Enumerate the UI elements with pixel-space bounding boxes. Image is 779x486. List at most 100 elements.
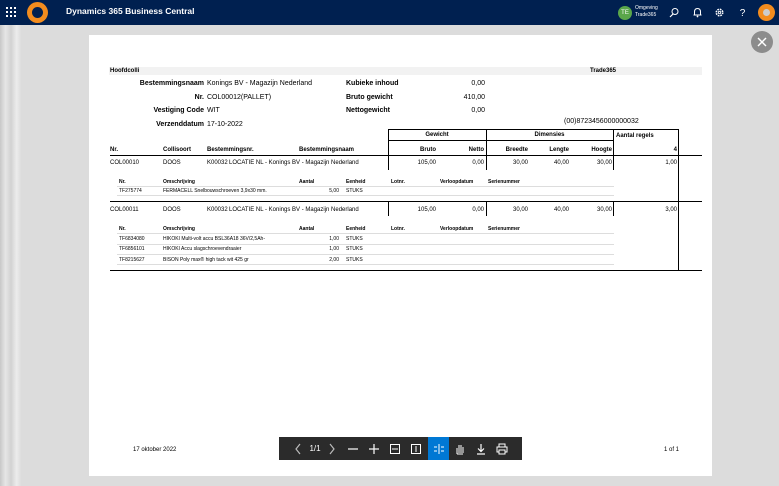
environment-info[interactable]: Omgeving Trade365 [635, 5, 658, 19]
line-aantal: 2,00 [329, 257, 339, 263]
colli-breedte: 30,00 [512, 207, 528, 213]
divider [486, 155, 487, 170]
fit-width-button[interactable] [385, 437, 405, 460]
colli-bestemmingsnr: K00032 [207, 160, 228, 166]
col-netto: Netto [468, 147, 484, 153]
line-omschrijving: FERMACELL Snelbouwschroeven 3,9x30 mm. [163, 188, 267, 194]
colli-bruto: 105,00 [417, 207, 436, 213]
dimensies-group-label: Dimensies [534, 132, 565, 138]
next-page-button[interactable] [325, 437, 339, 460]
sub-col-lotnr: Lotnr. [391, 179, 405, 185]
pan-button[interactable] [450, 437, 470, 460]
line-eenheid: STUKS [346, 246, 363, 252]
page-indicator: 1/1 [309, 444, 321, 453]
fit-page-icon [411, 443, 421, 454]
col-lengte: Lengte [549, 147, 569, 153]
divider [486, 201, 487, 216]
sub-col-nr: Nr. [119, 179, 126, 185]
sub-col-aantal: Aantal [299, 179, 315, 185]
verzenddatum-value: 17-10-2022 [207, 121, 243, 128]
sub-col-eenheid: Eenheid [346, 226, 366, 232]
kubieke-label: Kubieke inhoud [346, 80, 399, 87]
colli-breedte: 30,00 [512, 160, 528, 166]
help-icon[interactable]: ? [737, 7, 748, 18]
waffle-icon[interactable] [6, 7, 16, 17]
environment-badge[interactable]: TE [618, 6, 632, 20]
zoom-out-button[interactable] [343, 437, 363, 460]
group-rule [486, 140, 613, 141]
download-button[interactable] [471, 437, 491, 460]
line-eenheid: STUKS [346, 257, 363, 263]
line-nr: TF275774 [119, 188, 142, 194]
line-omschrijving: HIKOKI Accu slagschroevendraaier [163, 246, 242, 252]
hand-icon [456, 444, 464, 454]
table-bottom-rule [110, 270, 702, 271]
line-omschrijving: BISON Poly max® high tack wit 425 gr [163, 257, 249, 263]
col-bestemmingsnaam: Bestemmingsnaam [299, 147, 355, 153]
fit-width-icon [390, 443, 400, 454]
colli-aantal: 3,00 [665, 207, 677, 213]
col-bruto: Bruto [420, 147, 436, 153]
colli-hoogte: 30,00 [596, 160, 612, 166]
col-aantal-total: 4 [673, 147, 677, 153]
company-name: Trade365 [590, 68, 617, 74]
colli-bruto: 105,00 [417, 160, 436, 166]
sub-col-aantal: Aantal [299, 226, 315, 232]
colli-bestemmingsnaam: LOCATIE NL - Konings BV - Magazijn Neder… [229, 207, 359, 213]
text-select-button[interactable] [428, 437, 449, 460]
colli-nr: COL00011 [110, 207, 139, 213]
line-aantal: 1,00 [329, 236, 339, 242]
kubieke-value: 0,00 [471, 80, 485, 87]
sub-col-nr: Nr. [119, 226, 126, 232]
line-nr: TF6834080 [119, 236, 145, 242]
fit-page-button[interactable] [406, 437, 426, 460]
minus-icon [348, 447, 358, 450]
text-cursor-icon [433, 443, 444, 454]
print-button[interactable] [492, 437, 512, 460]
bell-icon[interactable] [692, 7, 703, 18]
colli-soort: DOOS [163, 207, 181, 213]
divider [388, 201, 389, 216]
line-eenheid: STUKS [346, 236, 363, 242]
prev-page-button[interactable] [291, 437, 305, 460]
line-nr: TF6856101 [119, 246, 145, 252]
barcode-text: (00)8723456000000032 [564, 118, 639, 125]
sub-col-omschrijving: Omschrijving [163, 226, 195, 232]
gear-icon[interactable] [714, 7, 725, 18]
verzenddatum-label: Verzenddatum [156, 121, 204, 128]
colli-hoogte: 30,00 [596, 207, 612, 213]
col-hoogte: Hoogte [591, 147, 612, 153]
nr-value: COL00012(PALLET) [207, 94, 272, 101]
chevron-right-icon [329, 443, 335, 454]
top-bar: Dynamics 365 Business Central TE Omgevin… [0, 0, 779, 25]
close-button[interactable] [751, 31, 773, 53]
vestiging-label: Vestiging Code [153, 107, 204, 114]
divider [388, 155, 389, 170]
line-omschrijving: HIKOKI Multi-volt accu BSL36A18 36V/2,5A… [163, 236, 265, 242]
group-header-rule [388, 129, 678, 130]
report-title: Hoofdcolli [110, 68, 140, 74]
gewicht-group-label: Gewicht [425, 132, 449, 138]
vestiging-value: WIT [207, 107, 220, 114]
footer-page: 1 of 1 [664, 447, 680, 453]
sub-col-verloopdatum: Verloopdatum [440, 226, 474, 232]
user-avatar[interactable] [758, 4, 775, 21]
line-aantal: 5,00 [329, 188, 339, 194]
line-eenheid: STUKS [346, 188, 363, 194]
search-icon[interactable] [669, 7, 680, 18]
divider [678, 201, 679, 270]
colli-bestemmingsnaam: LOCATIE NL - Konings BV - Magazijn Neder… [229, 160, 359, 166]
col-bestemmingsnr: Bestemmingsnr. [207, 147, 254, 153]
zoom-in-button[interactable] [364, 437, 384, 460]
app-title: Dynamics 365 Business Central [66, 6, 195, 16]
line-rule [117, 264, 614, 265]
close-icon [757, 37, 767, 47]
colli-bestemmingsnr: K00032 [207, 207, 228, 213]
divider [678, 129, 679, 155]
colli-lengte: 40,00 [553, 160, 569, 166]
report-page: Hoofdcolli Trade365 Bestemmingsnaam Koni… [89, 35, 712, 476]
col-collisoort: Collisoort [163, 147, 191, 153]
sub-col-verloopdatum: Verloopdatum [440, 179, 474, 185]
plus-icon [369, 443, 379, 454]
sub-header-rule [117, 233, 614, 234]
